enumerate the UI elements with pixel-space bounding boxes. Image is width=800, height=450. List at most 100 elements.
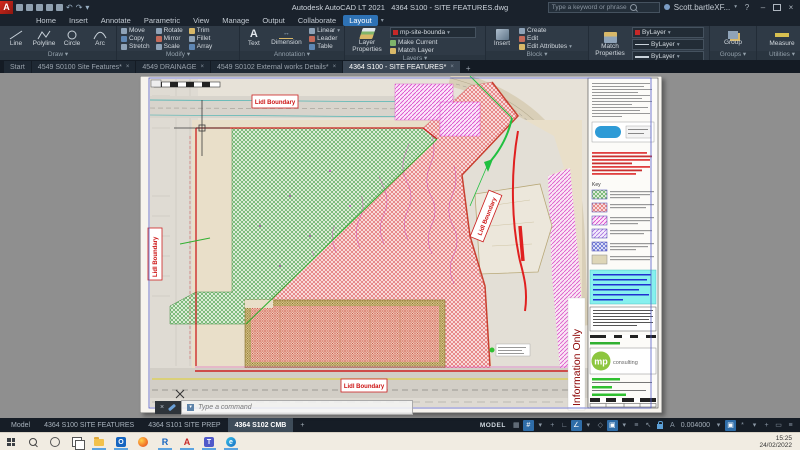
tab-view[interactable]: View [187, 15, 215, 26]
grid-display-icon[interactable]: ▦ [511, 420, 522, 431]
object-color-dropdown[interactable]: ByLayer▾ [632, 27, 704, 38]
tab-annotate[interactable]: Annotate [95, 15, 137, 26]
customization-menu-icon[interactable]: ≡ [785, 420, 796, 431]
user-dropdown-icon[interactable]: ▾ [734, 4, 737, 10]
outlook-button[interactable]: O [110, 434, 132, 450]
tab-home[interactable]: Home [30, 15, 62, 26]
cortana-button[interactable] [44, 434, 66, 450]
plot-icon[interactable] [56, 4, 63, 11]
match-layer-button[interactable]: Match Layer [390, 47, 476, 54]
tab-output[interactable]: Output [256, 15, 291, 26]
edit-block-button[interactable]: Edit [519, 35, 572, 42]
drawing-viewport[interactable]: Lidl Boundary Lidl Boundary Lidl Boundar… [140, 76, 662, 413]
panel-title-block[interactable]: Block ▾ [486, 51, 588, 60]
polar-dropdown-icon[interactable]: ▾ [583, 420, 594, 431]
file-explorer-button[interactable] [88, 434, 110, 450]
save-icon[interactable] [36, 4, 43, 11]
annotation-scale-value[interactable]: 0.004000 [679, 420, 712, 431]
object-snap-icon[interactable]: ▣ [607, 420, 618, 431]
file-tab-start[interactable]: Start [4, 61, 31, 73]
customization-plus-icon[interactable]: + [761, 420, 772, 431]
new-drawing-tab-button[interactable]: + [461, 64, 476, 73]
tab-collaborate[interactable]: Collaborate [292, 15, 342, 26]
close-tab-icon[interactable]: × [126, 64, 130, 70]
table-button[interactable]: Table [309, 43, 340, 50]
polyline-button[interactable]: Polyline [32, 30, 56, 48]
command-input[interactable]: ▾ Type a command [181, 400, 413, 415]
trim-button[interactable]: Trim [189, 27, 213, 34]
open-file-icon[interactable] [26, 4, 33, 11]
mirror-button[interactable]: Mirror [156, 35, 183, 42]
file-tab-4-active[interactable]: 4364 S100 - SITE FEATURES*× [343, 61, 460, 73]
lineweight-dropdown[interactable]: ByLayer▾ [632, 51, 704, 60]
layout-tab-s102-active[interactable]: 4364 S102 CMB [228, 418, 294, 432]
ortho-mode-icon[interactable]: ∟ [559, 420, 570, 431]
rotate-button[interactable]: Rotate [156, 27, 183, 34]
command-line[interactable]: × ▾ Type a command [155, 401, 413, 414]
clean-screen-icon[interactable]: ▭ [773, 420, 784, 431]
start-button[interactable] [0, 434, 22, 450]
panel-title-draw[interactable]: Draw ▾ [0, 51, 116, 60]
isodraft-icon[interactable]: ◇ [595, 420, 606, 431]
stretch-button[interactable]: Stretch [121, 43, 150, 50]
restore-button[interactable] [773, 4, 781, 11]
circle-button[interactable]: Circle [60, 30, 84, 48]
signed-in-user[interactable]: Scott.bartleXF... [674, 3, 730, 12]
dimension-button[interactable]: ↔Dimension [269, 30, 304, 47]
scale-button[interactable]: Scale [156, 43, 183, 50]
tab-layout[interactable]: Layout [343, 15, 378, 26]
array-button[interactable]: Array [189, 43, 213, 50]
panel-title-annotation[interactable]: Annotation ▾ [240, 51, 344, 60]
annotation-visibility-icon[interactable]: A [667, 420, 678, 431]
workspace-dropdown-icon[interactable]: ▾ [749, 420, 760, 431]
edge-button[interactable]: e [220, 434, 242, 450]
search-icon[interactable] [630, 4, 637, 11]
lineweight-display-icon[interactable]: ≡ [631, 420, 642, 431]
measure-button[interactable]: Measure [764, 30, 800, 48]
recent-commands-icon[interactable]: ▾ [187, 404, 194, 411]
file-tab-2[interactable]: 4549 DRAINAGE× [136, 61, 210, 73]
match-properties-button[interactable]: Match Properties [593, 32, 627, 57]
tab-insert[interactable]: Insert [63, 15, 94, 26]
revu-button[interactable]: R [154, 434, 176, 450]
dynamic-input-icon[interactable]: + [547, 420, 558, 431]
ui-lock-icon[interactable] [655, 420, 666, 431]
create-block-button[interactable]: Create [519, 27, 572, 34]
layout-tab-s100[interactable]: 4364 S100 SITE FEATURES [37, 418, 141, 432]
model-tab[interactable]: Model [4, 418, 37, 432]
snap-dropdown-icon[interactable]: ▾ [535, 420, 546, 431]
minimize-button[interactable]: – [757, 3, 769, 12]
snap-mode-icon[interactable]: # [523, 420, 534, 431]
autocad-app-icon[interactable]: A [0, 1, 13, 14]
help-icon[interactable]: ? [741, 3, 753, 12]
copy-button[interactable]: Copy [121, 35, 150, 42]
panel-title-utilities[interactable]: Utilities ▾ [757, 51, 800, 60]
group-button[interactable]: Group [718, 31, 748, 47]
close-button[interactable]: × [785, 3, 797, 12]
text-button[interactable]: AText [244, 29, 264, 48]
file-tab-1[interactable]: 4549 S0100 Site Features*× [32, 61, 136, 73]
linear-button[interactable]: Linear▾ [309, 27, 340, 34]
close-command-icon[interactable]: × [160, 404, 164, 411]
arc-button[interactable]: Arc [88, 30, 112, 48]
firefox-button[interactable] [132, 434, 154, 450]
taskbar-clock[interactable]: 15:25 24/02/2022 [759, 435, 800, 450]
scale-dropdown-icon[interactable]: ▾ [713, 420, 724, 431]
annotation-scale-sync-icon[interactable]: ▣ [725, 420, 736, 431]
model-space-button[interactable]: MODEL [476, 422, 510, 429]
move-button[interactable]: Move [121, 27, 150, 34]
file-tab-3[interactable]: 4549 S0102 External works Details*× [211, 61, 342, 73]
polar-tracking-icon[interactable]: ∠ [571, 420, 582, 431]
tab-parametric[interactable]: Parametric [138, 15, 186, 26]
undo-icon[interactable]: ↶ [66, 4, 73, 11]
tab-options-dropdown-icon[interactable]: ▾ [379, 17, 384, 24]
workspace-switching-icon[interactable]: * [737, 420, 748, 431]
new-file-icon[interactable] [16, 4, 23, 11]
osnap-dropdown-icon[interactable]: ▾ [619, 420, 630, 431]
redo-icon[interactable]: ↷ [76, 4, 83, 11]
task-view-button[interactable] [66, 434, 88, 450]
close-tab-icon[interactable]: × [450, 64, 454, 70]
leader-button[interactable]: Leader [309, 35, 340, 42]
search-input[interactable]: Type a keyword or phrase [548, 2, 660, 13]
teams-button[interactable]: T [198, 434, 220, 450]
